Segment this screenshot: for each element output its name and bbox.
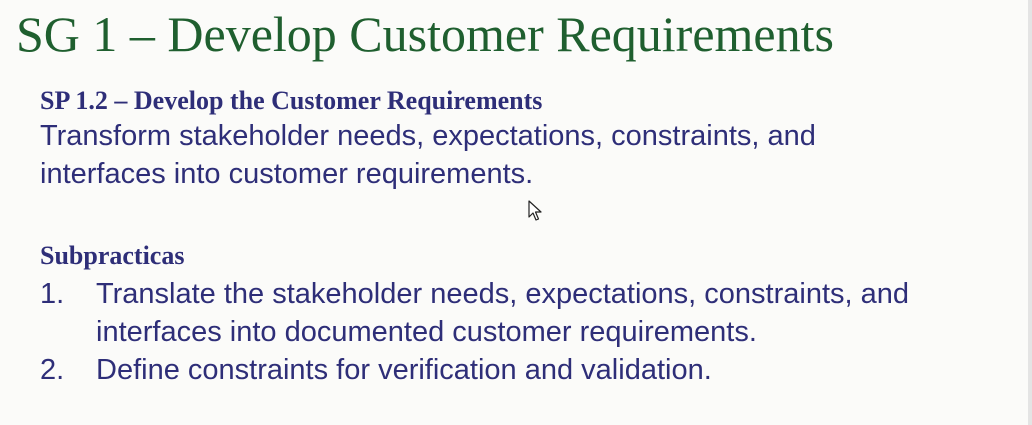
slide-title: SG 1 – Develop Customer Requirements bbox=[16, 6, 834, 62]
subpractices-list: 1. Translate the stakeholder needs, expe… bbox=[40, 275, 1020, 389]
specific-practice-heading: SP 1.2 – Develop the Customer Requiremen… bbox=[40, 86, 543, 115]
subpractices-heading: Subpracticas bbox=[40, 241, 185, 270]
list-item-text: Translate the stakeholder needs, expecta… bbox=[96, 278, 910, 348]
slide: SG 1 – Develop Customer Requirements SP … bbox=[0, 0, 1032, 425]
list-item-number: 2. bbox=[40, 354, 65, 386]
list-item-text: Define constraints for verification and … bbox=[96, 354, 712, 386]
specific-practice-description: Transform stakeholder needs, expectation… bbox=[40, 120, 816, 190]
window-edge bbox=[1028, 0, 1032, 425]
list-item: 2. Define constraints for verification a… bbox=[40, 351, 1020, 389]
list-item-number: 1. bbox=[40, 278, 65, 310]
list-item: 1. Translate the stakeholder needs, expe… bbox=[40, 275, 1020, 351]
mouse-pointer-icon bbox=[528, 200, 542, 221]
